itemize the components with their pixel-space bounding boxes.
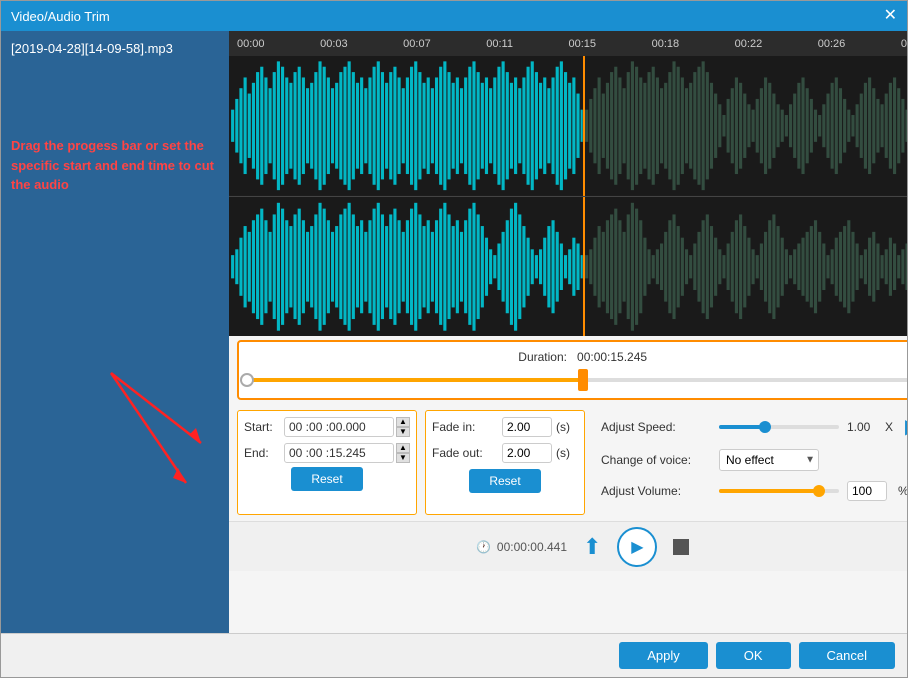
close-button[interactable]: ✕ — [884, 8, 897, 24]
speed-fill — [719, 425, 761, 429]
adjust-panel: Adjust Speed: 1.00 X ▶ Change of voice: — [593, 410, 907, 515]
speed-unit: X — [885, 420, 893, 434]
fade-out-row: Fade out: (s) — [432, 443, 578, 463]
right-panel: 00:00 00:03 00:07 00:11 00:15 00:18 00:2… — [229, 31, 907, 633]
start-up[interactable]: ▲ — [396, 417, 410, 427]
trim-controls: Duration: 00:00:15.245 — [237, 340, 907, 400]
trim-reset-button[interactable]: Reset — [291, 467, 362, 491]
volume-input[interactable] — [847, 481, 887, 501]
fade-in-label: Fade in: — [432, 420, 502, 434]
volume-row: Adjust Volume: % — [601, 481, 907, 501]
volume-handle[interactable] — [813, 485, 825, 497]
speed-play-icon[interactable]: ▶ — [905, 414, 907, 439]
instruction-text: Drag the progess bar or set the specific… — [11, 136, 219, 195]
trim-end-line-bottom — [583, 197, 585, 337]
waveform-inactive-bottom — [583, 197, 907, 337]
start-label: Start: — [244, 420, 284, 434]
marker-7: 00:26 — [818, 38, 846, 50]
clock-icon: 🕐 — [476, 540, 491, 554]
volume-unit: % — [898, 484, 907, 498]
fade-out-unit: (s) — [556, 446, 570, 460]
apply-button[interactable]: Apply — [619, 642, 708, 669]
volume-label: Adjust Volume: — [601, 484, 711, 498]
stop-button[interactable] — [673, 539, 689, 555]
end-input[interactable] — [284, 443, 394, 463]
speed-value: 1.00 — [847, 420, 877, 434]
voice-select-wrapper[interactable]: No effect Male Female Monster Robot ▼ — [719, 449, 819, 471]
title-bar: Video/Audio Trim ✕ — [1, 1, 907, 31]
start-field-row: Start: ▲ ▼ — [244, 417, 410, 437]
start-spinner[interactable]: ▲ ▼ — [396, 417, 410, 437]
timeline-markers: 00:00 00:03 00:07 00:11 00:15 00:18 00:2… — [237, 38, 907, 50]
waveform-active-top — [229, 56, 583, 196]
fade-in-unit: (s) — [556, 420, 570, 434]
playback-time-display: 🕐 00:00:00.441 — [476, 540, 567, 554]
playback-bar: 🕐 00:00:00.441 ⬆ ▶ — [229, 521, 907, 571]
marker-2: 00:07 — [403, 38, 431, 50]
end-spinner[interactable]: ▲ ▼ — [396, 443, 410, 463]
fade-in-row: Fade in: (s) — [432, 417, 578, 437]
progress-track[interactable] — [247, 378, 907, 382]
progress-filled — [247, 378, 583, 382]
volume-fill — [719, 489, 815, 493]
duration-label: Duration: 00:00:15.245 — [247, 350, 907, 364]
end-down[interactable]: ▼ — [396, 453, 410, 463]
marker-3: 00:11 — [486, 38, 513, 50]
footer: Apply OK Cancel — [1, 633, 907, 677]
fade-box: Fade in: (s) Fade out: (s) Reset — [425, 410, 585, 515]
play-icon: ▶ — [631, 537, 643, 557]
end-field-row: End: ▲ ▼ — [244, 443, 410, 463]
main-window: Video/Audio Trim ✕ [2019-04-28][14-09-58… — [0, 0, 908, 678]
marker-1: 00:03 — [320, 38, 348, 50]
timeline-header: 00:00 00:03 00:07 00:11 00:15 00:18 00:2… — [229, 31, 907, 56]
progress-handle-left[interactable] — [240, 373, 254, 387]
waveform-active-bottom — [229, 197, 583, 337]
waveform-container: // Generate waveform bars for top - acti… — [229, 56, 907, 336]
speed-handle[interactable] — [759, 421, 771, 433]
controls-row: Start: ▲ ▼ End: ▲ ▼ — [229, 404, 907, 521]
ok-button[interactable]: OK — [716, 642, 791, 669]
marker-5: 00:18 — [652, 38, 680, 50]
waveform-bottom — [229, 197, 907, 337]
progress-bar[interactable] — [247, 370, 907, 390]
file-name: [2019-04-28][14-09-58].mp3 — [11, 41, 219, 56]
fade-in-input[interactable] — [502, 417, 552, 437]
start-input[interactable] — [284, 417, 394, 437]
trim-end-line-top — [583, 56, 585, 196]
waveform-top: // Generate waveform bars for top - acti… — [229, 56, 907, 197]
main-content: [2019-04-28][14-09-58].mp3 Drag the prog… — [1, 31, 907, 633]
instruction-arrows — [11, 363, 221, 503]
marker-4: 00:15 — [569, 38, 597, 50]
voice-select[interactable]: No effect Male Female Monster Robot — [719, 449, 819, 471]
speed-label: Adjust Speed: — [601, 420, 711, 434]
voice-row: Change of voice: No effect Male Female M… — [601, 449, 907, 471]
end-label: End: — [244, 446, 284, 460]
marker-8: 00:30 — [901, 38, 907, 50]
export-icon[interactable]: ⬆ — [583, 534, 601, 560]
end-up[interactable]: ▲ — [396, 443, 410, 453]
start-end-box: Start: ▲ ▼ End: ▲ ▼ — [237, 410, 417, 515]
start-down[interactable]: ▼ — [396, 427, 410, 437]
fade-reset-button[interactable]: Reset — [469, 469, 540, 493]
play-button[interactable]: ▶ — [617, 527, 657, 567]
left-panel: [2019-04-28][14-09-58].mp3 Drag the prog… — [1, 31, 229, 633]
progress-handle-right[interactable] — [578, 369, 588, 391]
playback-time-value: 00:00:00.441 — [497, 540, 567, 554]
marker-0: 00:00 — [237, 38, 265, 50]
cancel-button[interactable]: Cancel — [799, 642, 895, 669]
fade-out-label: Fade out: — [432, 446, 502, 460]
speed-row: Adjust Speed: 1.00 X ▶ — [601, 414, 907, 439]
voice-label: Change of voice: — [601, 453, 711, 467]
waveform-inactive-top — [583, 56, 907, 196]
speed-slider[interactable] — [719, 425, 839, 429]
volume-slider[interactable] — [719, 489, 839, 493]
window-title: Video/Audio Trim — [11, 9, 110, 24]
fade-out-input[interactable] — [502, 443, 552, 463]
marker-6: 00:22 — [735, 38, 763, 50]
